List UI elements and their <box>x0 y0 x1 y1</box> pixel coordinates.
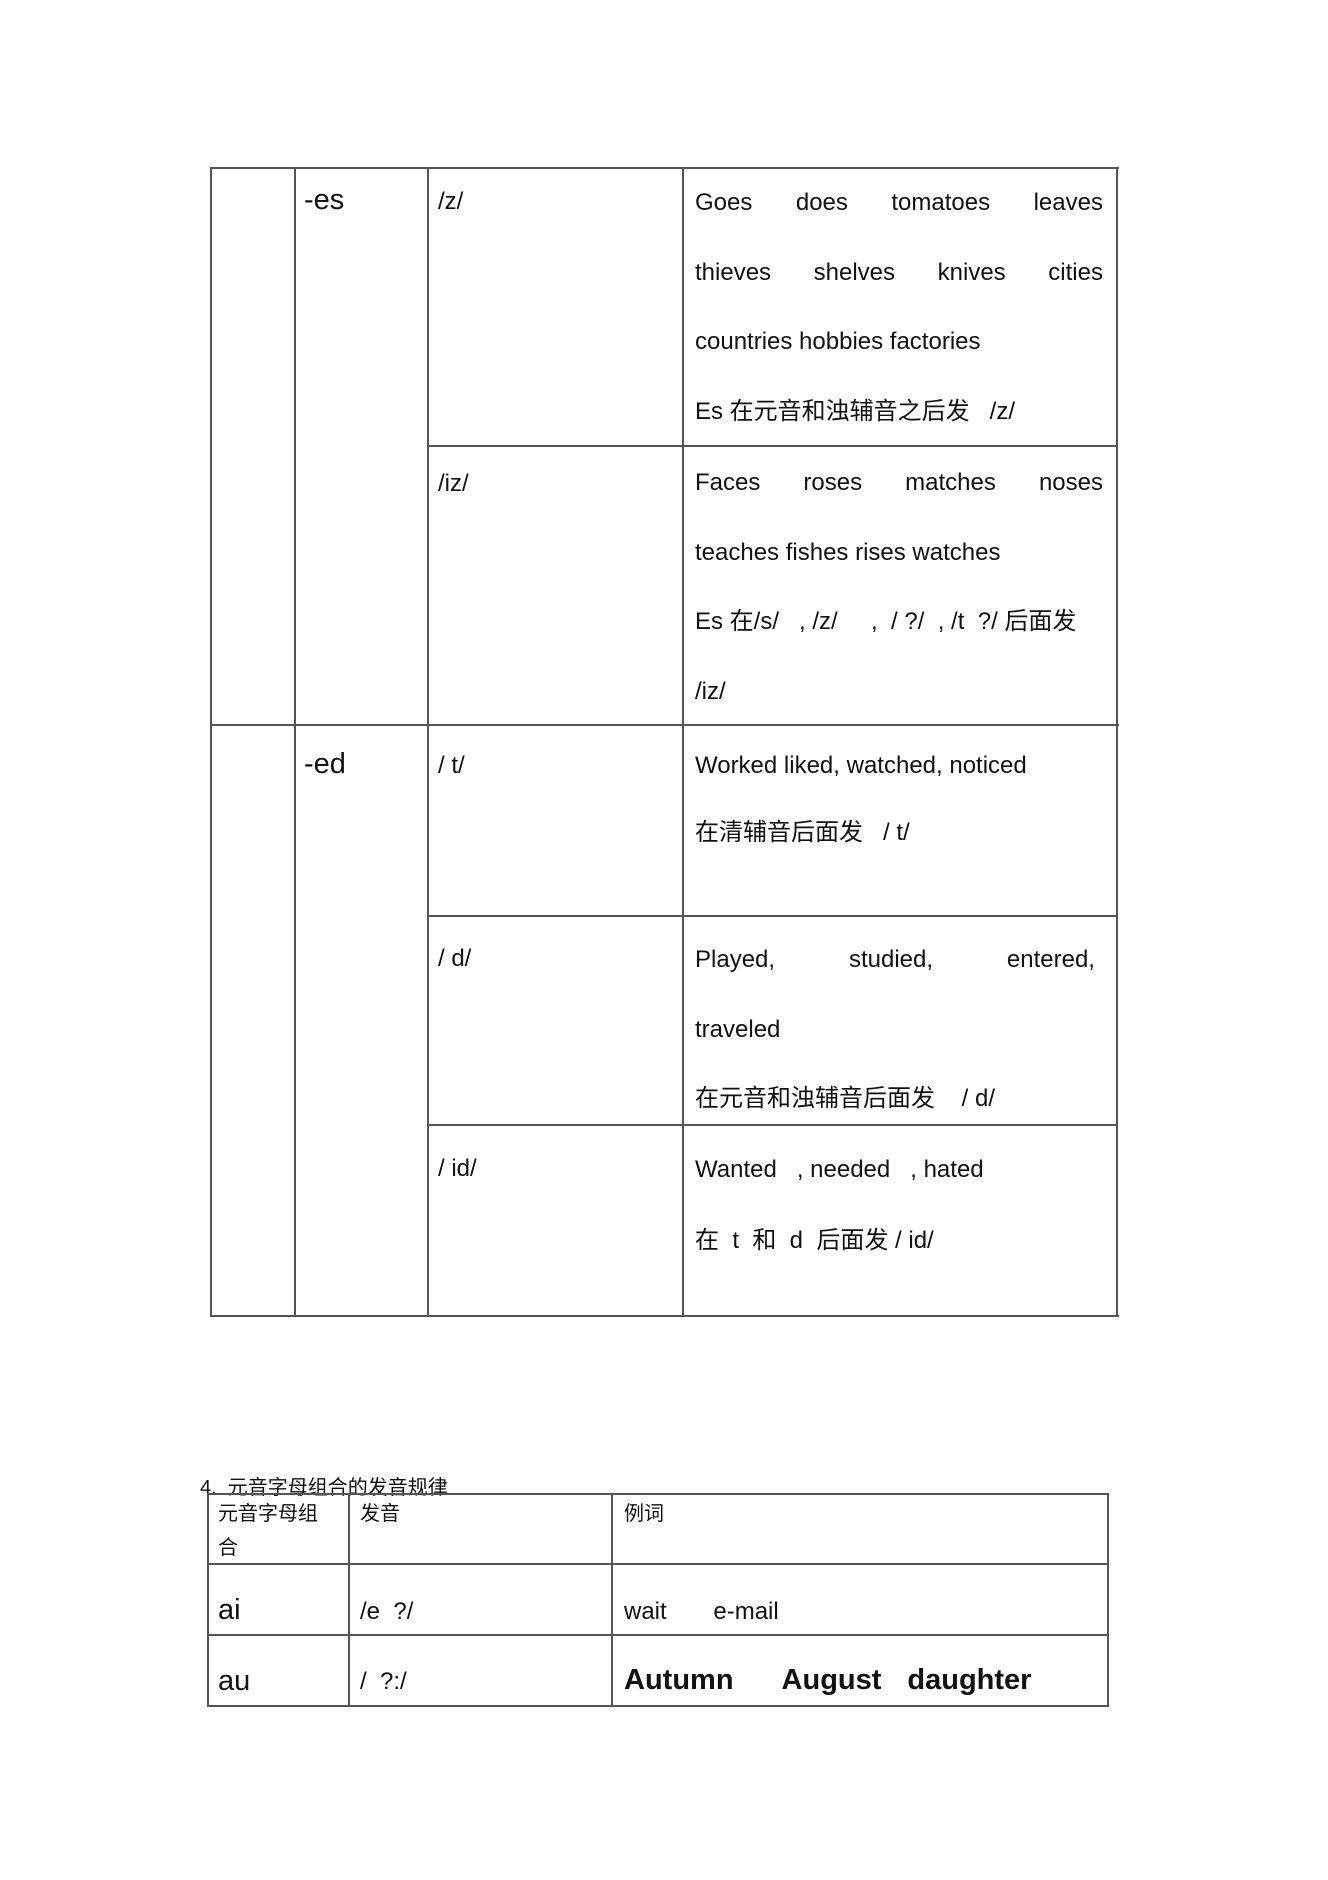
header-text-cont: 合 <box>218 1537 238 1559</box>
examples-au: Autumn August daughter <box>624 1664 1031 1697</box>
table1-col-divider-1 <box>294 167 296 1317</box>
example-line: countries hobbies factories <box>695 328 981 355</box>
example-cell-d: Played, studied, entered, traveled 在元音和浊… <box>695 925 1095 1134</box>
example-word: knives <box>937 258 1006 286</box>
suffix-ed: -ed <box>304 748 346 780</box>
example-line: Worked liked, watched, noticed <box>695 752 1027 779</box>
example-word: Faces <box>695 469 761 496</box>
rule-text: Es 在/s/ , /z/ , / ?/ , /t ?/ 后面发 <box>695 608 1077 635</box>
example-line: traveled <box>695 1015 781 1043</box>
example-cell-iz: Faces roses matches noses teaches fishes… <box>695 448 1103 726</box>
table1-col-divider-3 <box>682 167 684 1317</box>
table1-border-right <box>1116 167 1118 1317</box>
combo-ai: ai <box>218 1594 241 1626</box>
header-examples: 例词 <box>624 1503 664 1525</box>
combo-au: au <box>218 1665 251 1697</box>
phoneme-d: / d/ <box>438 945 472 972</box>
phoneme-iz: /iz/ <box>438 470 469 497</box>
example-word: matches <box>905 469 996 496</box>
table1-col-divider-2 <box>427 167 429 1317</box>
header-vowel-combo: 元音字母组 合 <box>218 1497 318 1565</box>
sound-au: / ?:/ <box>360 1668 407 1695</box>
table2-row-divider <box>207 1563 1109 1565</box>
example-word: Played, <box>695 946 776 973</box>
example-word: leaves <box>1033 189 1103 216</box>
table2-row-divider <box>207 1634 1109 1636</box>
example-word: noses <box>1038 469 1103 496</box>
rule-text: 在元音和浊辅音后面发 / d/ <box>695 1085 996 1112</box>
table2-border-top <box>207 1493 1109 1495</box>
example-word: Goes <box>695 189 753 216</box>
table2-border-left <box>207 1493 209 1707</box>
example-cell-t: Worked liked, watched, noticed 在清辅音后面发 /… <box>695 732 1027 866</box>
table2-border-right <box>1107 1493 1109 1707</box>
example-word: does <box>795 189 848 216</box>
table2-border-bottom <box>207 1705 1109 1707</box>
table2-col-divider-1 <box>348 1493 350 1707</box>
example-line: Wanted , needed , hated <box>695 1156 984 1183</box>
example-word: shelves <box>813 258 896 286</box>
sound-ai: /e ?/ <box>360 1598 414 1625</box>
phoneme-t: / t/ <box>438 752 465 779</box>
example-word: August <box>781 1664 882 1696</box>
header-text: 元音字母组 <box>218 1503 318 1525</box>
rule-text: 在 t 和 d 后面发 / id/ <box>695 1227 934 1254</box>
example-word: daughter <box>907 1664 1032 1696</box>
example-word: tomatoes <box>891 189 991 216</box>
example-cell-id: Wanted , needed , hated 在 t 和 d 后面发 / id… <box>695 1134 984 1276</box>
table1-border-bottom <box>210 1315 1119 1317</box>
rule-text-cont: /iz/ <box>695 677 726 705</box>
example-word: entered, <box>1006 946 1095 973</box>
example-word: thieves <box>695 258 772 286</box>
example-word: cities <box>1048 258 1103 286</box>
header-pronunciation: 发音 <box>360 1503 400 1525</box>
table1-border-left <box>210 167 212 1317</box>
suffix-es: -es <box>304 184 345 216</box>
rule-text: 在清辅音后面发 / t/ <box>695 819 910 846</box>
example-cell-z: Goes does tomatoes leaves thieves shelve… <box>695 168 1103 446</box>
examples-ai: wait e-mail <box>624 1598 779 1625</box>
example-word: roses <box>803 469 863 496</box>
table2-col-divider-2 <box>611 1493 613 1707</box>
example-line: teaches fishes rises watches <box>695 538 1001 566</box>
example-line: Faces roses matches noses <box>695 448 1103 518</box>
table1-row-divider <box>427 915 1118 917</box>
example-word: Autumn <box>624 1664 734 1696</box>
example-word: studied, <box>848 946 934 973</box>
phoneme-z: /z/ <box>438 188 464 215</box>
example-line: Played, studied, entered, <box>695 925 1095 995</box>
example-line: Goes does tomatoes leaves <box>695 168 1103 238</box>
example-line: thieves shelves knives cities <box>695 238 1103 308</box>
rule-text: Es 在元音和浊辅音之后发 /z/ <box>695 397 1016 425</box>
section-heading: 4. 元音字母组合的发音规律 <box>200 1477 448 1499</box>
phoneme-id: / id/ <box>438 1155 477 1182</box>
